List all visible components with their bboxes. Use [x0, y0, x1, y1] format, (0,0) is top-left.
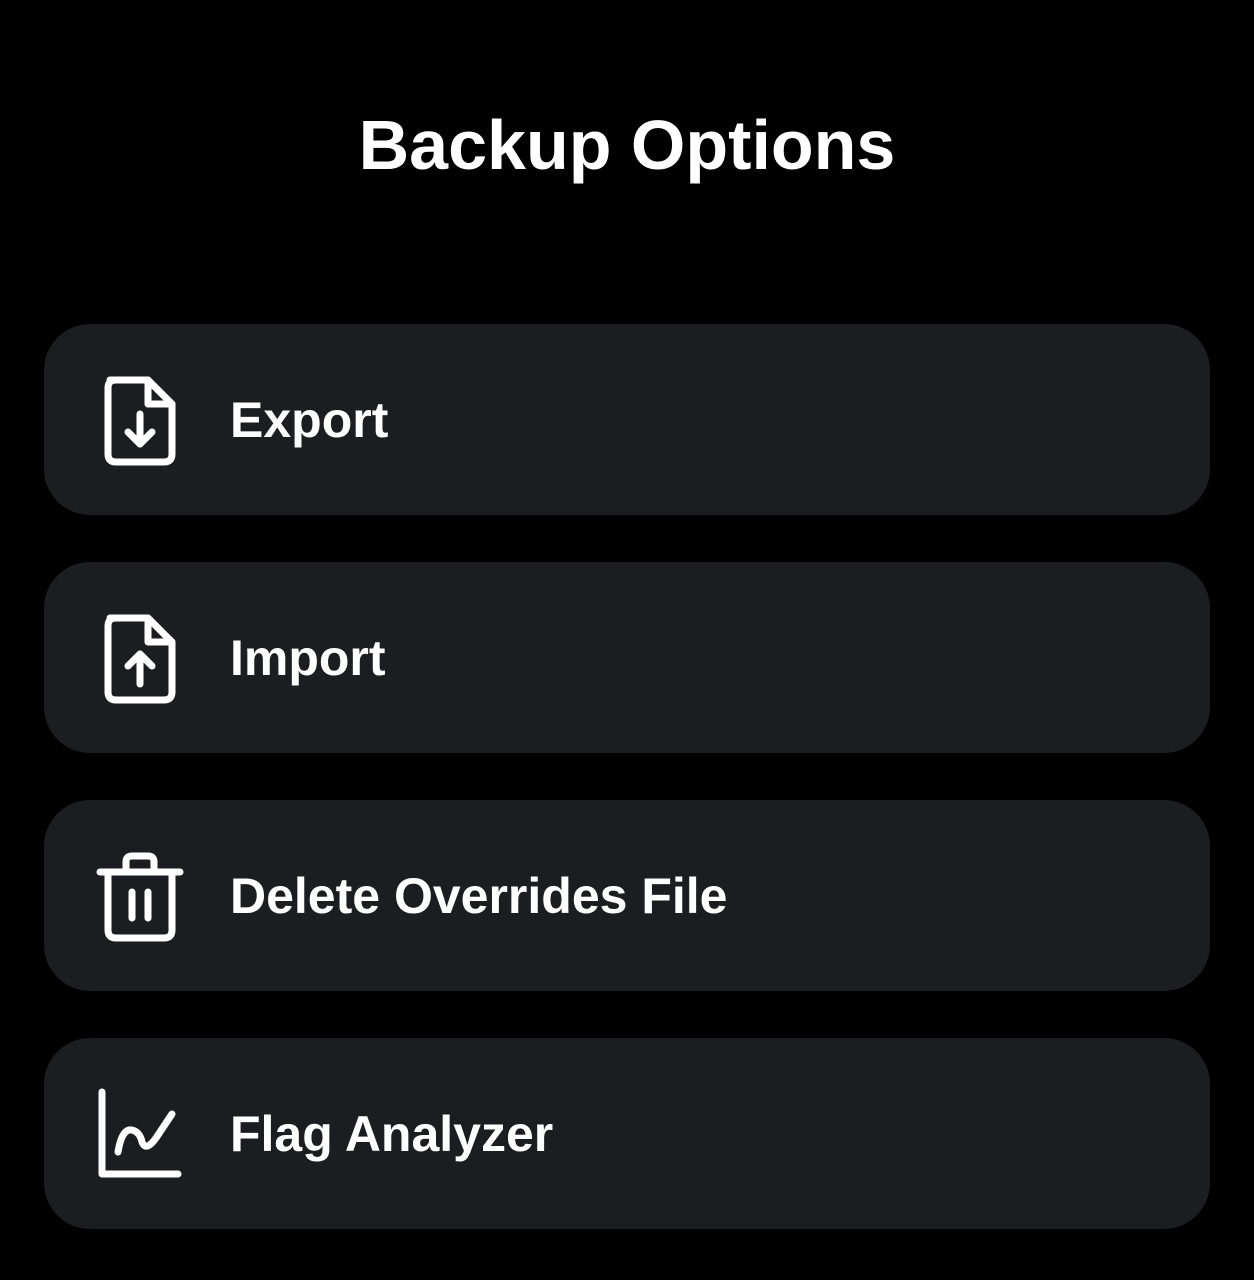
export-button[interactable]: Export: [44, 324, 1210, 515]
delete-overrides-button[interactable]: Delete Overrides File: [44, 800, 1210, 991]
flag-analyzer-label: Flag Analyzer: [230, 1105, 554, 1162]
file-upload-icon: [90, 608, 190, 708]
line-chart-icon: [90, 1084, 190, 1184]
import-button[interactable]: Import: [44, 562, 1210, 753]
trash-icon: [90, 846, 190, 946]
import-label: Import: [230, 629, 386, 686]
page-title: Backup Options: [358, 106, 896, 184]
flag-analyzer-button[interactable]: Flag Analyzer: [44, 1038, 1210, 1229]
export-label: Export: [230, 391, 389, 448]
file-download-icon: [90, 370, 190, 470]
delete-overrides-label: Delete Overrides File: [230, 867, 728, 924]
backup-options-list: Export Import Delete Overrides File Flag…: [44, 324, 1210, 1276]
